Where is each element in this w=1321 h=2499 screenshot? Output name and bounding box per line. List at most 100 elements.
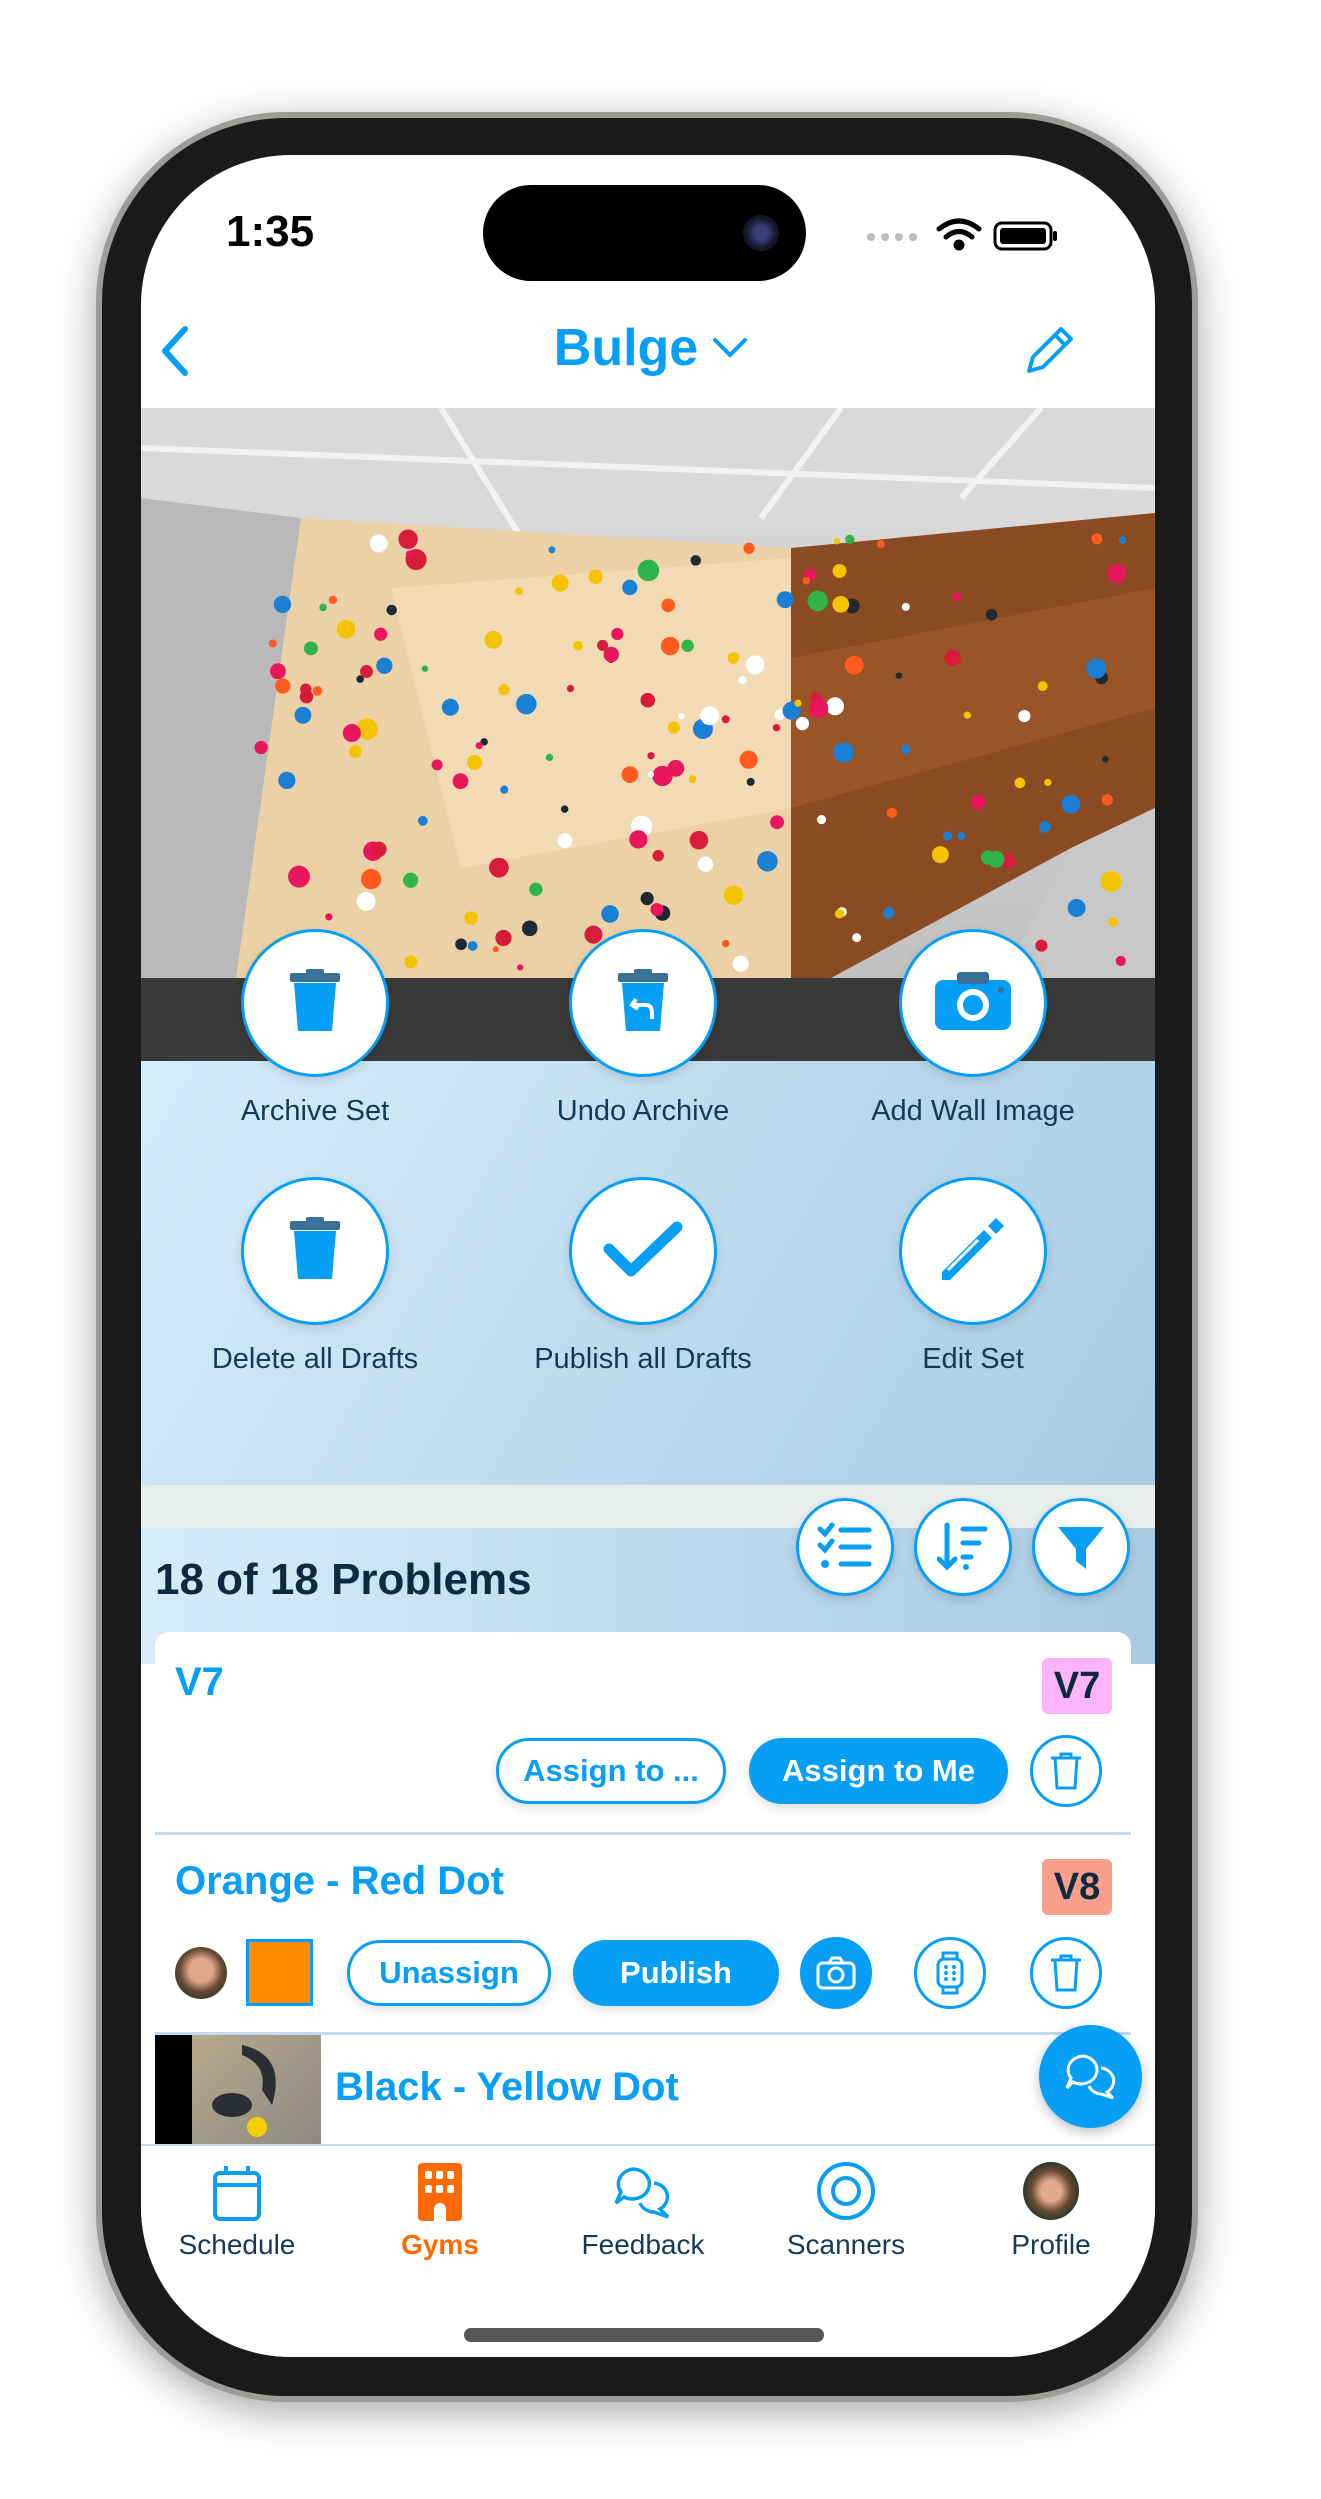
archive-set-button[interactable] [241, 929, 389, 1077]
hold [336, 619, 356, 639]
hold [1018, 710, 1031, 723]
hold [1101, 794, 1113, 806]
hold [500, 785, 509, 794]
tab-feedback[interactable]: Feedback [543, 2157, 743, 2261]
hold [689, 830, 709, 850]
hold [601, 905, 619, 923]
color-bar [155, 2035, 192, 2145]
hold [697, 856, 714, 872]
hold [319, 603, 327, 612]
hold [660, 636, 680, 656]
hold [386, 604, 397, 616]
hold [690, 555, 701, 566]
tab-label: Gyms [401, 2229, 479, 2260]
publish-button[interactable]: Publish [573, 1940, 779, 2006]
filter-icon [1058, 1527, 1104, 1569]
tab-scanners[interactable]: Scanners [746, 2157, 946, 2261]
hold [794, 699, 802, 707]
hold [987, 850, 1005, 868]
delete-problem-button[interactable] [1030, 1735, 1102, 1807]
chat-bubbles-icon [543, 2157, 743, 2221]
delete-all-drafts-button[interactable] [241, 1177, 389, 1325]
assign-to-me-button[interactable]: Assign to Me [749, 1738, 1008, 1804]
hold [548, 546, 556, 554]
tab-profile[interactable]: Profile [951, 2157, 1151, 2261]
chat-button[interactable] [1039, 2025, 1142, 2128]
action-label: Publish all Drafts [534, 1343, 752, 1375]
watch-sync-button[interactable] [914, 1937, 986, 2009]
hold [560, 805, 569, 813]
hold [832, 563, 847, 578]
delete-problem-button[interactable] [1030, 1937, 1102, 2009]
hold [545, 753, 554, 762]
problem-card[interactable]: Black - Yellow Dot [155, 2035, 1131, 2155]
hold [551, 574, 569, 592]
hold [464, 911, 478, 925]
tab-label: Scanners [786, 2229, 906, 2260]
status-time: 1:35 [226, 207, 315, 256]
building-icon [340, 2157, 540, 2221]
sort-button[interactable] [914, 1498, 1012, 1596]
hold [637, 559, 660, 582]
hold [833, 742, 854, 763]
camera-lens [743, 215, 779, 251]
hold [629, 830, 648, 849]
add-wall-image-button[interactable] [899, 929, 1047, 1077]
tab-gyms[interactable]: Gyms [340, 2157, 540, 2261]
unassign-button[interactable]: Unassign [347, 1940, 551, 2006]
hold [421, 665, 429, 672]
assign-to-button[interactable]: Assign to ... [496, 1738, 726, 1804]
hold [732, 955, 749, 972]
screen: 1:35 Bulge Archive Set Undo Archive Add Wa… [141, 155, 1155, 2357]
hold [475, 742, 483, 750]
hold [1107, 564, 1127, 584]
hold [1100, 870, 1122, 892]
problem-card[interactable]: Orange - Red Dot V8 Unassign Publish [155, 1835, 1131, 2035]
edit-set-button[interactable] [899, 1177, 1047, 1325]
select-list-button[interactable] [796, 1498, 894, 1596]
hold-photo [212, 2045, 276, 2137]
filter-button[interactable] [1032, 1498, 1130, 1596]
edit-set-pencil-icon[interactable] [1021, 323, 1077, 379]
chat-bubbles-icon [1065, 2053, 1115, 2099]
smartwatch-icon [936, 1951, 964, 1995]
trash-icon [1051, 1752, 1081, 1790]
hold [640, 692, 656, 708]
hold [834, 909, 845, 919]
calendar-icon [141, 2157, 337, 2221]
hold [1115, 955, 1126, 967]
publish-all-drafts-button[interactable] [569, 1177, 717, 1325]
trash-icon [288, 968, 342, 1038]
hold [667, 759, 685, 777]
hold [876, 540, 886, 549]
hold [557, 833, 573, 849]
hold [661, 598, 676, 613]
hold [900, 744, 911, 755]
hold [374, 627, 388, 641]
add-photo-button[interactable] [800, 1937, 872, 2009]
hold [517, 964, 524, 971]
set-title-dropdown[interactable]: Bulge [481, 318, 821, 378]
hold [739, 750, 758, 769]
hold [300, 683, 312, 696]
undo-archive-button[interactable] [569, 929, 717, 1077]
tab-schedule[interactable]: Schedule [141, 2157, 337, 2261]
hold [467, 941, 478, 951]
battery-icon [993, 221, 1057, 251]
hold [278, 771, 296, 790]
hold [816, 815, 827, 825]
hold [356, 891, 376, 911]
hold [467, 754, 483, 770]
hold [489, 857, 509, 878]
chevron-down-icon [713, 338, 748, 358]
back-button[interactable] [155, 323, 195, 379]
hold [270, 663, 286, 680]
hold [611, 627, 624, 641]
hold [652, 850, 664, 862]
problem-card[interactable]: V7 V7 Assign to ... Assign to Me [155, 1632, 1131, 1835]
hold [303, 641, 318, 656]
hold [895, 672, 903, 679]
hold [1038, 821, 1051, 833]
profile-avatar [951, 2157, 1151, 2221]
hold [957, 831, 966, 840]
